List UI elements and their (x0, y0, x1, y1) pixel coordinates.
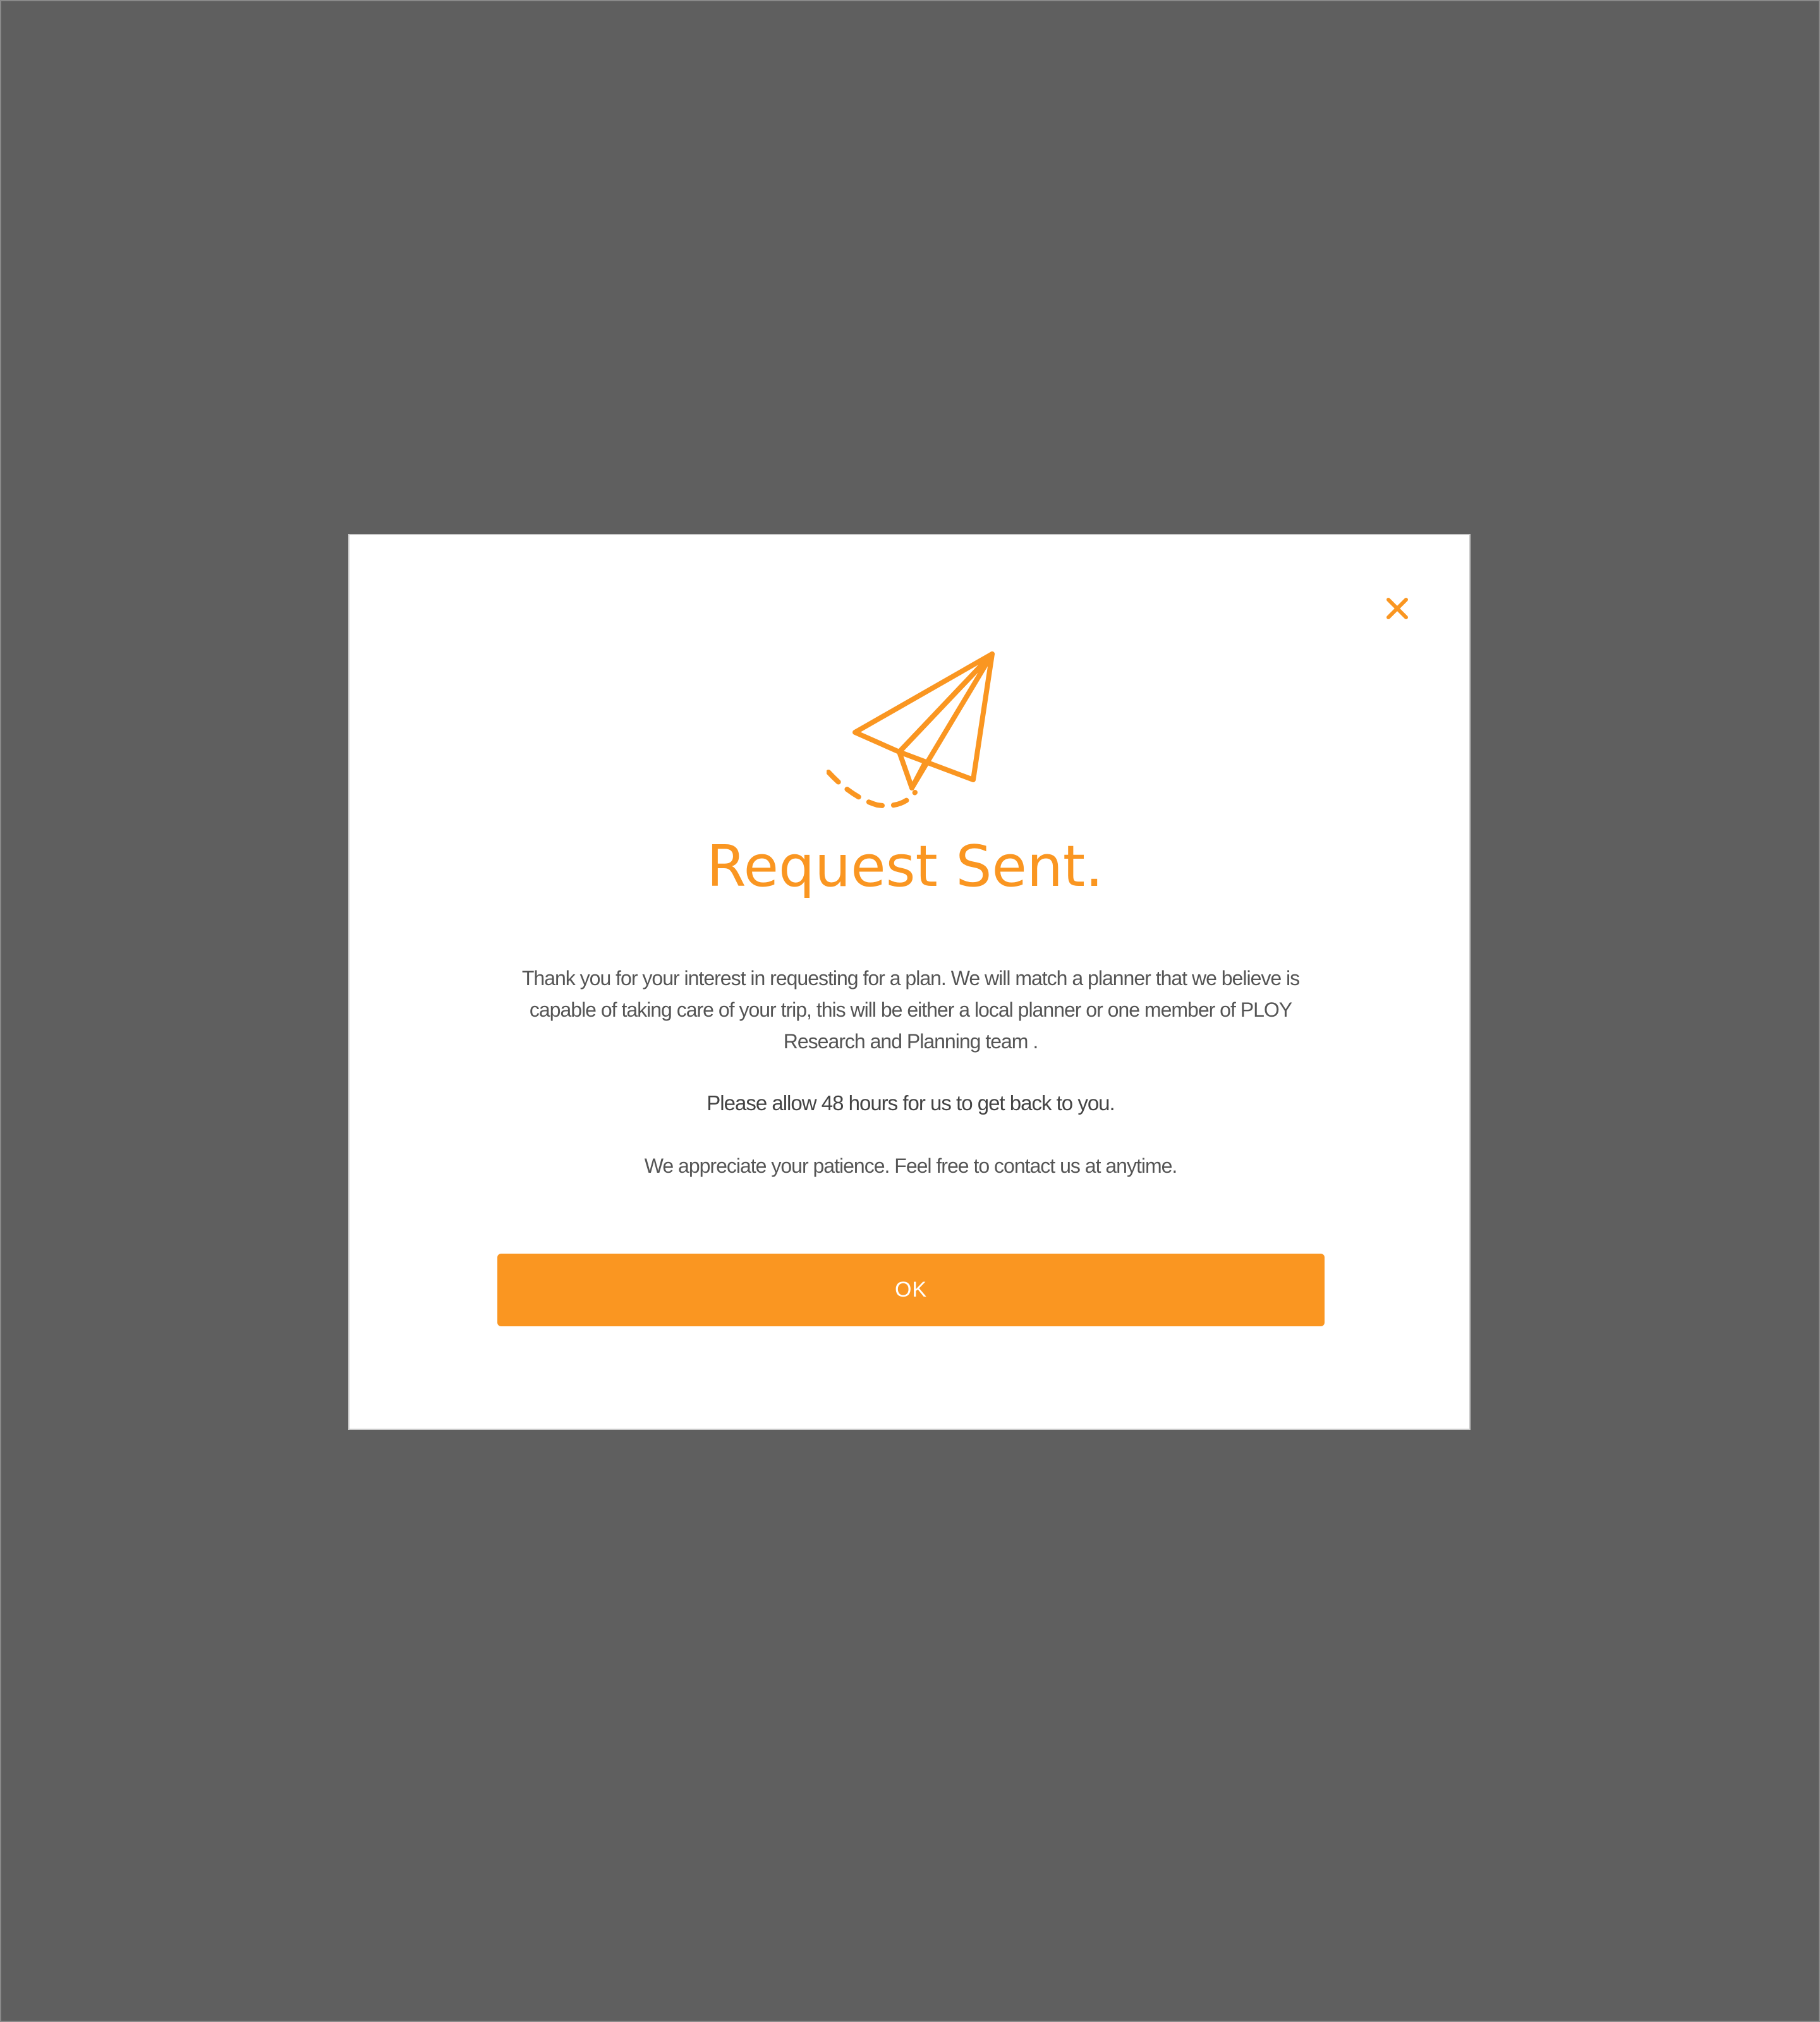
closing-message: We appreciate your patience. Feel free t… (644, 1154, 1178, 1177)
close-button[interactable] (1378, 590, 1416, 627)
ok-button[interactable]: OK (497, 1254, 1325, 1326)
paper-plane-icon (827, 646, 997, 816)
dialog-message: Thank you for your interest in requestin… (521, 967, 1300, 1053)
close-icon (1386, 598, 1408, 619)
response-time-notice: Please allow 48 hours for us to get back… (707, 1091, 1115, 1115)
request-sent-dialog: Request Sent. Thank you for your interes… (348, 534, 1471, 1430)
dialog-title: Request Sent. (707, 833, 1103, 900)
